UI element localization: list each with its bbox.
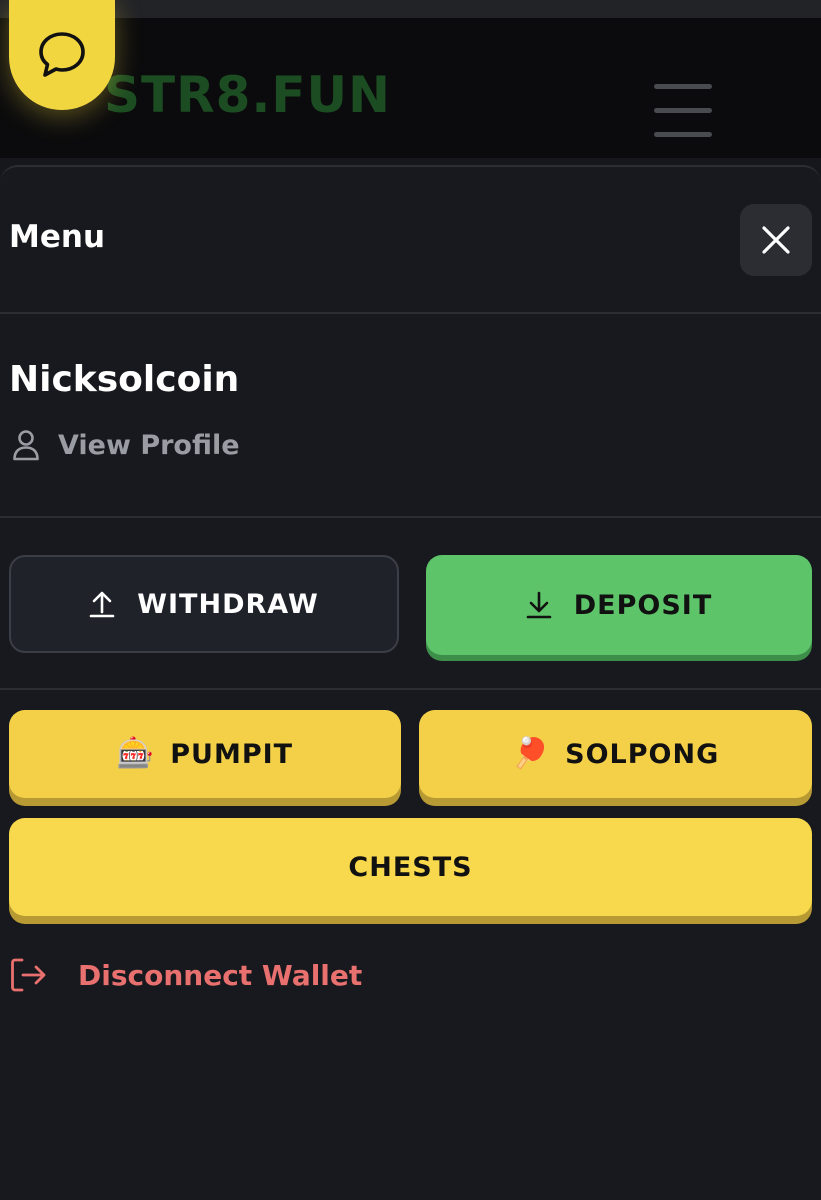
chests-button[interactable]: CHESTS xyxy=(9,818,812,916)
divider xyxy=(0,688,821,690)
header: STR8.FUN xyxy=(0,18,821,158)
disconnect-wallet-button[interactable]: Disconnect Wallet xyxy=(10,957,362,993)
solpong-label: SOLPONG xyxy=(565,738,720,770)
page: STR8.FUN Menu Nicksolcoin View Profile W… xyxy=(0,0,821,1200)
chat-button[interactable] xyxy=(9,0,115,110)
close-button[interactable] xyxy=(740,204,812,276)
chests-label: CHESTS xyxy=(348,851,473,883)
site-logo[interactable]: STR8.FUN xyxy=(104,66,391,124)
pumpit-button[interactable]: 🎰 PUMPIT xyxy=(9,710,401,798)
status-strip xyxy=(0,0,821,18)
user-icon xyxy=(13,430,39,461)
upload-icon xyxy=(89,591,115,618)
menu-title: Menu xyxy=(9,219,106,255)
logout-icon xyxy=(11,958,46,992)
divider xyxy=(0,516,821,518)
withdraw-label: WITHDRAW xyxy=(137,588,319,620)
ping-pong-icon: 🏓 xyxy=(511,736,550,771)
solpong-button[interactable]: 🏓 SOLPONG xyxy=(419,710,812,798)
pumpit-label: PUMPIT xyxy=(170,738,294,770)
view-profile-label: View Profile xyxy=(58,429,240,461)
download-icon xyxy=(526,591,552,619)
divider xyxy=(0,312,821,314)
disconnect-wallet-label: Disconnect Wallet xyxy=(78,958,363,992)
deposit-button[interactable]: DEPOSIT xyxy=(426,555,812,655)
hamburger-icon[interactable] xyxy=(654,84,712,138)
close-icon xyxy=(762,226,790,254)
deposit-label: DEPOSIT xyxy=(573,589,713,621)
slot-machine-icon: 🎰 xyxy=(116,736,155,771)
withdraw-button[interactable]: WITHDRAW xyxy=(9,555,399,653)
username: Nicksolcoin xyxy=(9,359,240,400)
view-profile-link[interactable]: View Profile xyxy=(12,429,240,461)
menu-drawer: Menu Nicksolcoin View Profile WITHDRAW D… xyxy=(0,165,821,1200)
chat-bubble-icon xyxy=(39,32,85,77)
